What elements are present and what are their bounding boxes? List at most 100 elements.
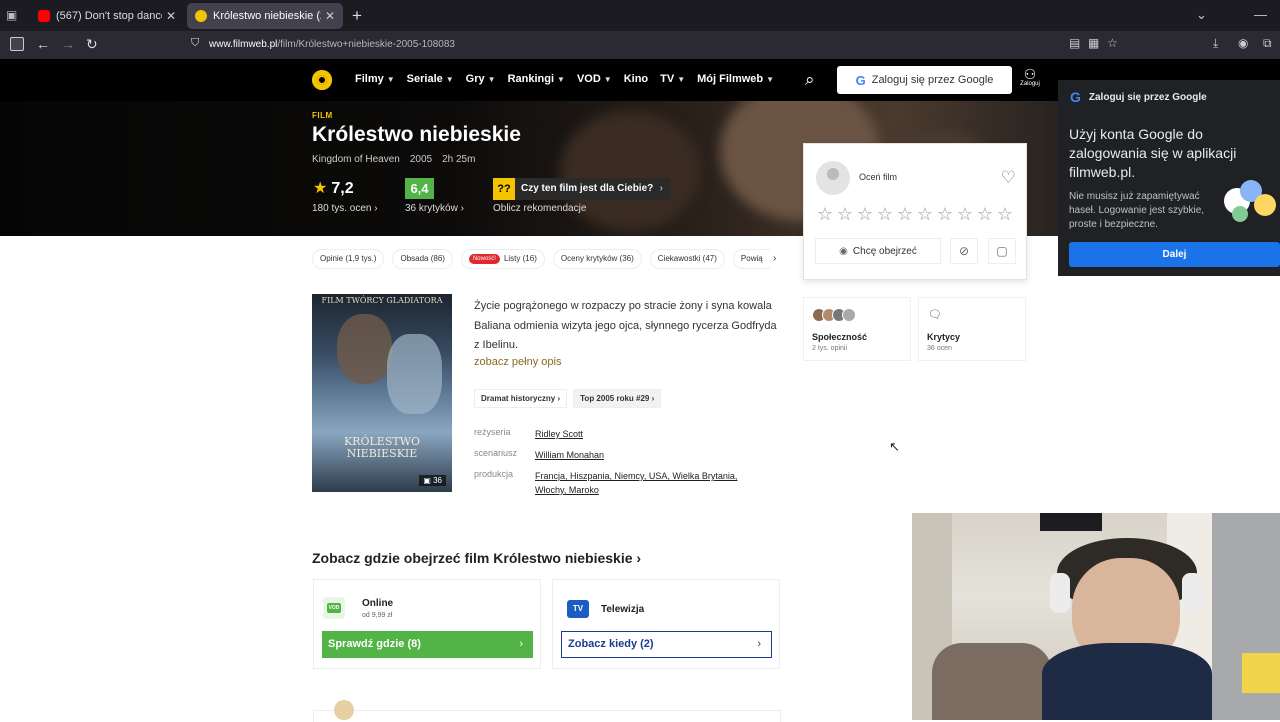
webcam-overlay xyxy=(912,513,1280,720)
back-icon[interactable]: ← xyxy=(36,36,50,52)
film-poster[interactable]: FILM TWÓRCY GLADIATORA KRÓLESTWO NIEBIES… xyxy=(312,294,452,492)
chevron-down-icon[interactable]: ⌄ xyxy=(1196,7,1207,23)
address-bar[interactable]: ⛉ www.filmweb.pl/film/Królestwo+niebiesk… xyxy=(185,32,1130,58)
star-icon[interactable]: ☆ xyxy=(975,204,995,225)
tv-label: Telewizja xyxy=(601,604,645,615)
star-icon[interactable]: ☆ xyxy=(855,204,875,225)
rating-stars: ☆ ☆ ☆ ☆ ☆ ☆ ☆ ☆ ☆ ☆ xyxy=(815,204,1015,225)
community-box[interactable]: Społeczność 2 tys. opinii xyxy=(803,297,911,361)
menu-item-moj-filmweb[interactable]: Mój Filmweb ▼ xyxy=(697,73,774,85)
key-illustration-icon xyxy=(1218,178,1280,228)
not-interested-button[interactable]: ⊘ xyxy=(950,238,978,264)
community-label: Społeczność xyxy=(812,332,868,342)
new-badge: Nowość! xyxy=(468,253,500,264)
webcam-person xyxy=(1182,573,1202,613)
star-icon[interactable]: ☆ xyxy=(815,204,835,225)
gallery-count[interactable]: ▣ 36 xyxy=(419,475,446,486)
genre-tag[interactable]: Dramat historyczny › xyxy=(474,389,568,408)
critics-box[interactable]: 🗨 Krytycy 36 ocen xyxy=(918,297,1026,361)
add-to-list-button[interactable]: ▢ xyxy=(988,238,1016,264)
menu-item-rankingi[interactable]: Rankingi ▼ xyxy=(508,73,565,85)
where-to-watch-heading[interactable]: Zobacz gdzie obejrzeć film Królestwo nie… xyxy=(312,550,641,566)
account-icon[interactable]: ◉ xyxy=(1238,36,1248,50)
star-icon[interactable]: ☆ xyxy=(875,204,895,225)
webcam-background xyxy=(1040,513,1102,531)
director-link[interactable]: Ridley Scott xyxy=(535,427,583,441)
filmweb-logo-icon[interactable] xyxy=(312,70,332,90)
minimize-icon[interactable]: — xyxy=(1254,7,1267,22)
chevron-down-icon: ▼ xyxy=(677,75,686,84)
menu-item-tv[interactable]: TV ▼ xyxy=(660,73,685,85)
check-where-button[interactable]: Sprawdź gdzie (8) › xyxy=(322,631,533,658)
online-box: VOD Online od 9,99 zł Sprawdź gdzie (8) › xyxy=(313,579,541,669)
tab-filmweb[interactable]: Królestwo niebieskie (2005) - Fi ✕ xyxy=(187,3,343,29)
rating-count-link[interactable]: 180 tys. ocen › xyxy=(312,203,378,214)
want-to-watch-button[interactable]: ◉ Chcę obejrzeć xyxy=(815,238,941,264)
tab-list-icon[interactable]: ▣ xyxy=(6,8,22,22)
recommendation-sub[interactable]: Oblicz rekomendacje xyxy=(493,203,586,214)
chevron-right-icon: › xyxy=(757,638,761,650)
want-to-watch-label: Chcę obejrzeć xyxy=(852,245,917,257)
tab-title: Królestwo niebieskie (2005) - Fi xyxy=(213,10,321,22)
tab-close-icon[interactable]: ✕ xyxy=(166,9,176,23)
shield-icon: ⛉ xyxy=(191,37,200,49)
star-icon[interactable]: ☆ xyxy=(915,204,935,225)
login-button[interactable]: ⚇ Zaloguj xyxy=(1019,67,1041,87)
new-tab-icon[interactable]: + xyxy=(352,6,362,26)
mouse-cursor-icon: ↖ xyxy=(889,439,900,454)
tab-youtube[interactable]: (567) Don't stop dance with Us ✕ xyxy=(30,3,184,29)
picture-icon[interactable]: ▦ xyxy=(1088,36,1099,50)
star-icon[interactable]: ☆ xyxy=(995,204,1015,225)
chevron-right-icon[interactable]: › xyxy=(773,253,776,264)
full-description-link[interactable]: zobacz pełny opis xyxy=(474,356,561,368)
search-icon[interactable]: ⌕ xyxy=(805,70,815,90)
sidebar-toggle-icon[interactable] xyxy=(10,37,24,51)
star-icon[interactable]: ☆ xyxy=(835,204,855,225)
production-links[interactable]: Francja, Hiszpania, Niemcy, USA, Wielka … xyxy=(535,469,755,497)
bookmark-star-icon[interactable]: ☆ xyxy=(1107,36,1118,50)
recommendation-button[interactable]: Czy ten film jest dla Ciebie? › xyxy=(515,178,670,200)
reload-icon[interactable]: ↻ xyxy=(86,36,98,53)
subnav-oceny-krytykow[interactable]: Oceny krytyków (36) xyxy=(552,249,642,269)
subnav-ciekawostki[interactable]: Ciekawostki (47) xyxy=(649,249,725,269)
download-icon[interactable]: ⤓ xyxy=(1213,36,1218,51)
film-type-tag: FILM xyxy=(312,111,333,120)
google-login-button[interactable]: G Zaloguj się przez Google xyxy=(837,66,1012,94)
ranking-tag[interactable]: Top 2005 roku #29 › xyxy=(573,389,662,408)
critics-count-link[interactable]: 36 krytyków › xyxy=(405,203,464,214)
tab-close-icon[interactable]: ✕ xyxy=(325,9,335,23)
popup-description: Nie musisz już zapamiętywać haseł. Logow… xyxy=(1069,191,1205,230)
subnav-obsada[interactable]: Obsada (86) xyxy=(392,249,453,269)
subnav-listy[interactable]: Nowość! Listy (16) xyxy=(460,249,545,269)
star-icon[interactable]: ☆ xyxy=(895,204,915,225)
subnav-opinie[interactable]: Opinie (1,9 tys.) xyxy=(312,249,385,269)
subnav-powiazane[interactable]: Powią xyxy=(732,249,770,269)
menu-item-gry[interactable]: Gry ▼ xyxy=(466,73,496,85)
reader-view-icon[interactable]: ▤ xyxy=(1069,36,1080,50)
see-when-button[interactable]: Zobacz kiedy (2) › xyxy=(561,631,772,658)
original-title: Kingdom of Heaven xyxy=(312,154,400,165)
recommendation-icon: ?? xyxy=(493,178,515,200)
critics-count: 36 ocen xyxy=(927,345,952,352)
writer-link[interactable]: William Monahan xyxy=(535,448,604,462)
eye-icon: ◉ xyxy=(839,245,848,257)
forward-icon[interactable]: → xyxy=(61,36,75,52)
star-icon: ★ xyxy=(313,180,328,197)
google-login-label: Zaloguj się przez Google xyxy=(871,74,994,86)
credit-label: reżyseria xyxy=(474,427,511,437)
menu-item-filmy[interactable]: Filmy ▼ xyxy=(355,73,395,85)
star-icon[interactable]: ☆ xyxy=(955,204,975,225)
credit-row: produkcja Francja, Hiszpania, Niemcy, USA… xyxy=(474,469,755,497)
menu-item-kino[interactable]: Kino xyxy=(624,73,648,85)
login-label: Zaloguj xyxy=(1020,81,1040,87)
extensions-icon[interactable]: ⧉ xyxy=(1263,36,1272,51)
film-year: 2005 xyxy=(409,154,433,165)
continue-button[interactable]: Dalej xyxy=(1069,242,1280,267)
star-icon[interactable]: ☆ xyxy=(935,204,955,225)
heart-icon[interactable]: ♡ xyxy=(1001,168,1016,188)
chevron-down-icon: ▼ xyxy=(557,75,565,84)
browser-nav-bar: ← → ↻ ⛉ www.filmweb.pl/film/Królestwo+ni… xyxy=(0,31,1280,59)
menu-item-seriale[interactable]: Seriale ▼ xyxy=(407,73,454,85)
vod-icon: VOD xyxy=(323,597,345,619)
menu-item-vod[interactable]: VOD ▼ xyxy=(577,73,612,85)
